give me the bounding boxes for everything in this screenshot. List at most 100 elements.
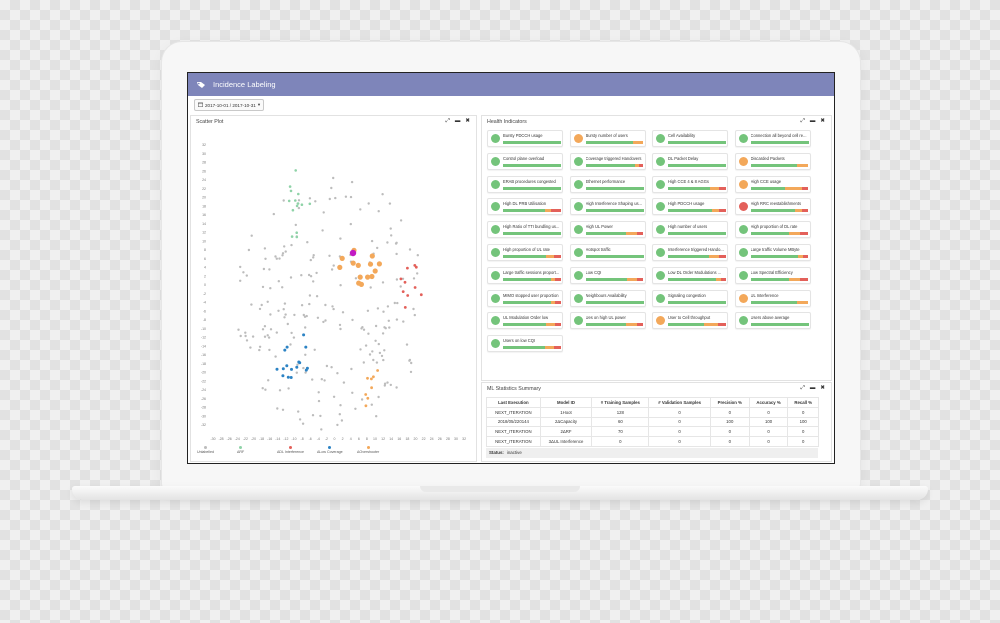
unlabelled-point[interactable] <box>251 335 255 338</box>
expand-icon[interactable]: ⤢ <box>445 118 449 125</box>
unlabelled-point[interactable] <box>399 285 402 288</box>
unlabelled-point[interactable] <box>311 378 314 381</box>
unlabelled-point[interactable] <box>315 295 319 298</box>
health-indicator-tile[interactable]: Cell Availability <box>652 130 728 147</box>
unlabelled-point[interactable] <box>306 241 309 244</box>
rf-point[interactable] <box>294 169 297 172</box>
unlabelled-point[interactable] <box>378 351 382 355</box>
rf-point[interactable] <box>295 231 298 234</box>
table-row[interactable]: NEXT_ITERATION 3ΔUL Interference 0 0 0 0 0 <box>486 436 819 447</box>
low-coverage-point[interactable] <box>297 360 301 364</box>
column-header[interactable]: # Validation Samples <box>648 397 711 408</box>
unlabelled-point[interactable] <box>283 302 287 305</box>
unlabelled-point[interactable] <box>330 268 334 271</box>
health-indicator-tile[interactable]: Users on low CQI <box>487 335 563 353</box>
unlabelled-point[interactable] <box>336 423 339 427</box>
unlabelled-point[interactable] <box>276 407 279 410</box>
close-icon[interactable]: ✖ <box>820 385 825 392</box>
unlabelled-point[interactable] <box>381 281 385 284</box>
unlabelled-point[interactable] <box>268 268 271 271</box>
unlabelled-point[interactable] <box>295 371 298 374</box>
low-coverage-point[interactable] <box>285 364 289 368</box>
unlabelled-point[interactable] <box>386 241 389 244</box>
column-header[interactable]: Accuracy % <box>748 397 789 408</box>
low-coverage-point[interactable] <box>304 345 308 349</box>
health-indicator-tile[interactable]: Low CQI <box>569 266 646 284</box>
unlabelled-point[interactable] <box>381 332 385 335</box>
unlabelled-point[interactable] <box>381 193 384 196</box>
low-coverage-point[interactable] <box>302 333 306 337</box>
unlabelled-point[interactable] <box>268 348 271 352</box>
rf-point[interactable] <box>296 202 300 205</box>
health-indicator-tile[interactable]: MIMO stopped user proportion <box>487 289 563 307</box>
unlabelled-point[interactable] <box>260 303 263 307</box>
minimize-icon[interactable]: ▬ <box>810 118 816 125</box>
dl-interference-point[interactable] <box>406 266 409 270</box>
unlabelled-point[interactable] <box>377 395 380 399</box>
unlabelled-point[interactable] <box>338 323 342 327</box>
unlabelled-point[interactable] <box>370 239 374 243</box>
unlabelled-point[interactable] <box>317 399 321 403</box>
unlabelled-point[interactable] <box>320 378 323 381</box>
health-indicator-tile[interactable]: Coverage triggered Handovers <box>569 152 646 170</box>
unlabelled-point[interactable] <box>375 361 379 364</box>
unlabelled-point[interactable] <box>304 371 307 374</box>
unlabelled-point[interactable] <box>364 344 368 347</box>
unlabelled-point[interactable] <box>338 413 341 416</box>
unlabelled-point[interactable] <box>412 277 416 280</box>
unlabelled-point[interactable] <box>304 326 307 329</box>
health-indicator-tile[interactable]: Interference triggered Hando... <box>652 244 728 261</box>
rf-point[interactable] <box>308 202 312 206</box>
legend-item[interactable]: ΔRF <box>237 446 244 454</box>
unlabelled-point[interactable] <box>244 334 247 338</box>
unlabelled-point[interactable] <box>393 301 396 305</box>
rf-point[interactable] <box>297 192 300 196</box>
health-indicator-tile[interactable]: User to Cell throughput <box>652 312 728 330</box>
health-indicator-tile[interactable]: Neighbours Availability <box>569 289 646 307</box>
health-indicator-tile[interactable]: Bursty number of users <box>569 130 646 147</box>
unlabelled-point[interactable] <box>328 254 331 257</box>
unlabelled-point[interactable] <box>383 349 386 352</box>
overshooter-point[interactable] <box>357 274 363 280</box>
overshooter-point[interactable] <box>370 386 373 390</box>
unlabelled-point[interactable] <box>382 310 385 313</box>
unlabelled-point[interactable] <box>361 326 364 329</box>
unlabelled-point[interactable] <box>312 254 315 257</box>
unlabelled-point[interactable] <box>262 267 266 271</box>
column-header[interactable]: Last Execution <box>486 397 541 408</box>
health-indicator-tile[interactable]: Ethernet performance <box>569 175 646 193</box>
unlabelled-point[interactable] <box>263 247 267 250</box>
overshooter-point[interactable] <box>364 393 368 396</box>
unlabelled-point[interactable] <box>325 364 329 368</box>
unlabelled-point[interactable] <box>296 363 299 366</box>
unlabelled-point[interactable] <box>290 331 293 335</box>
health-indicator-tile[interactable]: Discarded Packets <box>734 152 811 170</box>
unlabelled-point[interactable] <box>308 197 312 200</box>
unlabelled-point[interactable] <box>386 381 389 384</box>
unlabelled-point[interactable] <box>242 271 245 274</box>
dl-interference-point[interactable] <box>399 277 403 281</box>
dl-interference-point[interactable] <box>419 293 423 297</box>
unlabelled-point[interactable] <box>269 287 272 290</box>
unlabelled-point[interactable] <box>275 257 278 260</box>
unlabelled-point[interactable] <box>312 256 315 259</box>
unlabelled-point[interactable] <box>284 250 287 253</box>
unlabelled-point[interactable] <box>374 324 378 328</box>
rf-point[interactable] <box>295 204 299 208</box>
unlabelled-point[interactable] <box>330 366 333 369</box>
health-indicator-tile[interactable]: DL Packet Delay <box>652 152 728 170</box>
unlabelled-point[interactable] <box>311 414 315 417</box>
unlabelled-point[interactable] <box>332 395 336 398</box>
unlabelled-point[interactable] <box>377 210 380 213</box>
low-coverage-point[interactable] <box>305 366 309 370</box>
unlabelled-point[interactable] <box>341 311 345 314</box>
unlabelled-point[interactable] <box>261 285 265 289</box>
unlabelled-point[interactable] <box>278 257 281 260</box>
unlabelled-point[interactable] <box>278 389 282 392</box>
health-indicator-tile[interactable]: UL Modulation Order low <box>487 312 563 330</box>
unlabelled-point[interactable] <box>390 234 393 237</box>
unlabelled-point[interactable] <box>300 274 303 277</box>
unlabelled-point[interactable] <box>263 335 267 338</box>
dl-interference-point[interactable] <box>401 290 405 293</box>
unlabelled-point[interactable] <box>376 307 380 310</box>
